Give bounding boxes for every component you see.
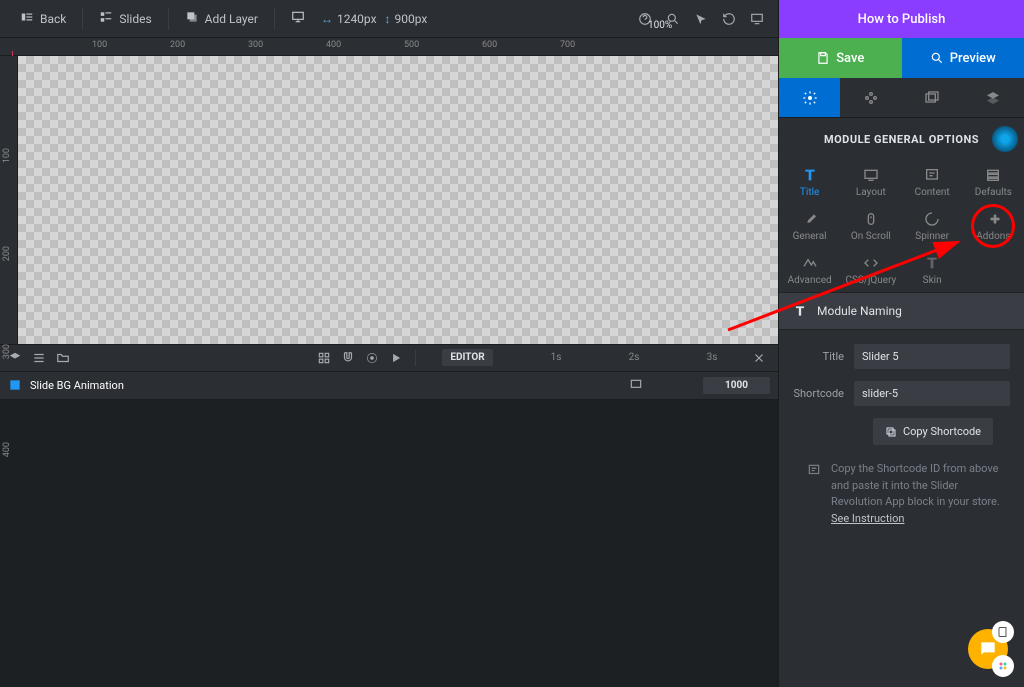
copy-shortcode-button[interactable]: Copy Shortcode xyxy=(873,418,993,445)
option-content[interactable]: Content xyxy=(902,160,963,204)
close-timeline-icon[interactable] xyxy=(748,351,770,365)
save-button[interactable]: Save xyxy=(779,38,902,78)
option-addons[interactable]: Addons xyxy=(963,204,1024,248)
help-icon xyxy=(807,463,821,527)
pointer-icon[interactable] xyxy=(694,12,708,26)
frame-value-badge[interactable]: 1000 xyxy=(703,377,770,394)
tab-slide[interactable] xyxy=(902,78,963,117)
play-icon[interactable] xyxy=(389,351,403,365)
horizontal-ruler: 100 200 300 400 500 600 700 xyxy=(0,38,778,56)
magnet-icon[interactable] xyxy=(341,351,355,365)
add-layer-icon xyxy=(185,10,199,27)
save-icon xyxy=(816,51,830,65)
tab-layer[interactable] xyxy=(963,78,1024,117)
copy-icon xyxy=(885,426,897,438)
height-arrows-icon: ↕ xyxy=(385,12,391,26)
layer-options-icon[interactable] xyxy=(629,378,643,392)
options-grid: Title Layout Content Defaults General On… xyxy=(779,160,1024,292)
option-advanced[interactable]: Advanced xyxy=(779,248,840,292)
publish-label: How to Publish xyxy=(858,12,946,27)
title-input[interactable] xyxy=(854,344,1010,369)
option-css-jquery[interactable]: CSS/jQuery xyxy=(840,248,901,292)
right-sidebar: How to Publish Save Preview MODULE GENER… xyxy=(778,0,1024,687)
editor-mode-badge[interactable]: EDITOR xyxy=(442,349,492,366)
save-label: Save xyxy=(836,51,864,66)
divider xyxy=(274,8,275,30)
option-on-scroll[interactable]: On Scroll xyxy=(840,204,901,248)
module-naming-form: Title Shortcode Copy Shortcode Copy the … xyxy=(779,330,1024,541)
width-display[interactable]: ↔ 1240px xyxy=(317,0,381,37)
vertical-ruler: 100 200 300 400 xyxy=(0,56,18,344)
shortcode-field-label: Shortcode xyxy=(793,387,844,400)
tab-general-settings[interactable] xyxy=(779,78,840,117)
divider xyxy=(168,8,169,30)
tab-navigation[interactable] xyxy=(840,78,901,117)
option-spinner[interactable]: Spinner xyxy=(902,204,963,248)
option-general[interactable]: General xyxy=(779,204,840,248)
layer-name-label: Slide BG Animation xyxy=(30,379,124,392)
app-mini-fab[interactable] xyxy=(992,655,1014,677)
option-empty xyxy=(963,248,1024,292)
module-naming-title: Module Naming xyxy=(817,304,902,318)
chat-fab[interactable] xyxy=(968,629,1008,669)
section-title: MODULE GENERAL OPTIONS xyxy=(824,133,979,146)
back-icon xyxy=(20,10,34,27)
back-button[interactable]: Back xyxy=(8,0,78,37)
timeline-layer-row[interactable]: Slide BG Animation 1000 xyxy=(0,372,778,400)
option-skin[interactable]: Skin xyxy=(902,248,963,292)
monitor-icon[interactable] xyxy=(750,12,764,26)
divider xyxy=(82,8,83,30)
top-toolbar: Back Slides Add Layer ↔ 1240px ↕ 900px xyxy=(0,0,778,38)
add-layer-label: Add Layer xyxy=(205,12,258,26)
grid-icon[interactable] xyxy=(317,351,331,365)
width-value: 1240px xyxy=(337,12,377,26)
list-icon[interactable] xyxy=(32,351,46,365)
preview-label: Preview xyxy=(950,51,996,66)
help-mini-fab[interactable] xyxy=(992,621,1014,643)
folder-icon[interactable] xyxy=(56,351,70,365)
height-value: 900px xyxy=(395,12,428,26)
timeline-track-area[interactable] xyxy=(0,400,778,687)
timeline-toolbar: EDITOR 1s 2s 3s 4s 5s 6s xyxy=(0,344,778,372)
slides-label: Slides xyxy=(119,12,151,26)
settings-dot-icon[interactable] xyxy=(365,351,379,365)
module-naming-panel-header[interactable]: Module Naming xyxy=(779,292,1024,330)
undo-icon[interactable] xyxy=(722,12,736,26)
timeline-ruler[interactable]: 1s 2s 3s 4s 5s 6s xyxy=(511,345,738,371)
help-text-body: Copy the Shortcode ID from above and pas… xyxy=(831,462,1000,508)
preview-button[interactable]: Preview xyxy=(902,38,1024,78)
slides-button[interactable]: Slides xyxy=(87,0,163,37)
see-instruction-link[interactable]: See Instruction xyxy=(831,512,904,525)
section-header: MODULE GENERAL OPTIONS xyxy=(779,118,1024,160)
slides-icon xyxy=(99,10,113,27)
option-defaults[interactable]: Defaults xyxy=(963,160,1024,204)
fab-group xyxy=(968,629,1008,669)
sidebar-main-tabs xyxy=(779,78,1024,118)
shortcode-input[interactable] xyxy=(854,381,1010,406)
width-arrows-icon: ↔ xyxy=(321,12,333,26)
how-to-publish-banner[interactable]: How to Publish xyxy=(779,0,1024,38)
search-preview-icon xyxy=(930,51,944,65)
option-layout[interactable]: Layout xyxy=(840,160,901,204)
desktop-icon xyxy=(291,10,305,27)
section-badge-icon[interactable] xyxy=(992,126,1018,152)
layer-type-icon xyxy=(8,378,22,392)
slide-canvas[interactable] xyxy=(18,56,778,344)
add-layer-button[interactable]: Add Layer xyxy=(173,0,270,37)
height-display[interactable]: ↕ 900px xyxy=(381,0,432,37)
device-desktop-button[interactable] xyxy=(279,0,317,37)
back-label: Back xyxy=(40,12,66,26)
text-icon xyxy=(793,304,807,318)
copy-label: Copy Shortcode xyxy=(903,425,981,438)
title-field-label: Title xyxy=(793,350,844,363)
zoom-percentage: 100% xyxy=(648,20,672,31)
option-title[interactable]: Title xyxy=(779,160,840,204)
